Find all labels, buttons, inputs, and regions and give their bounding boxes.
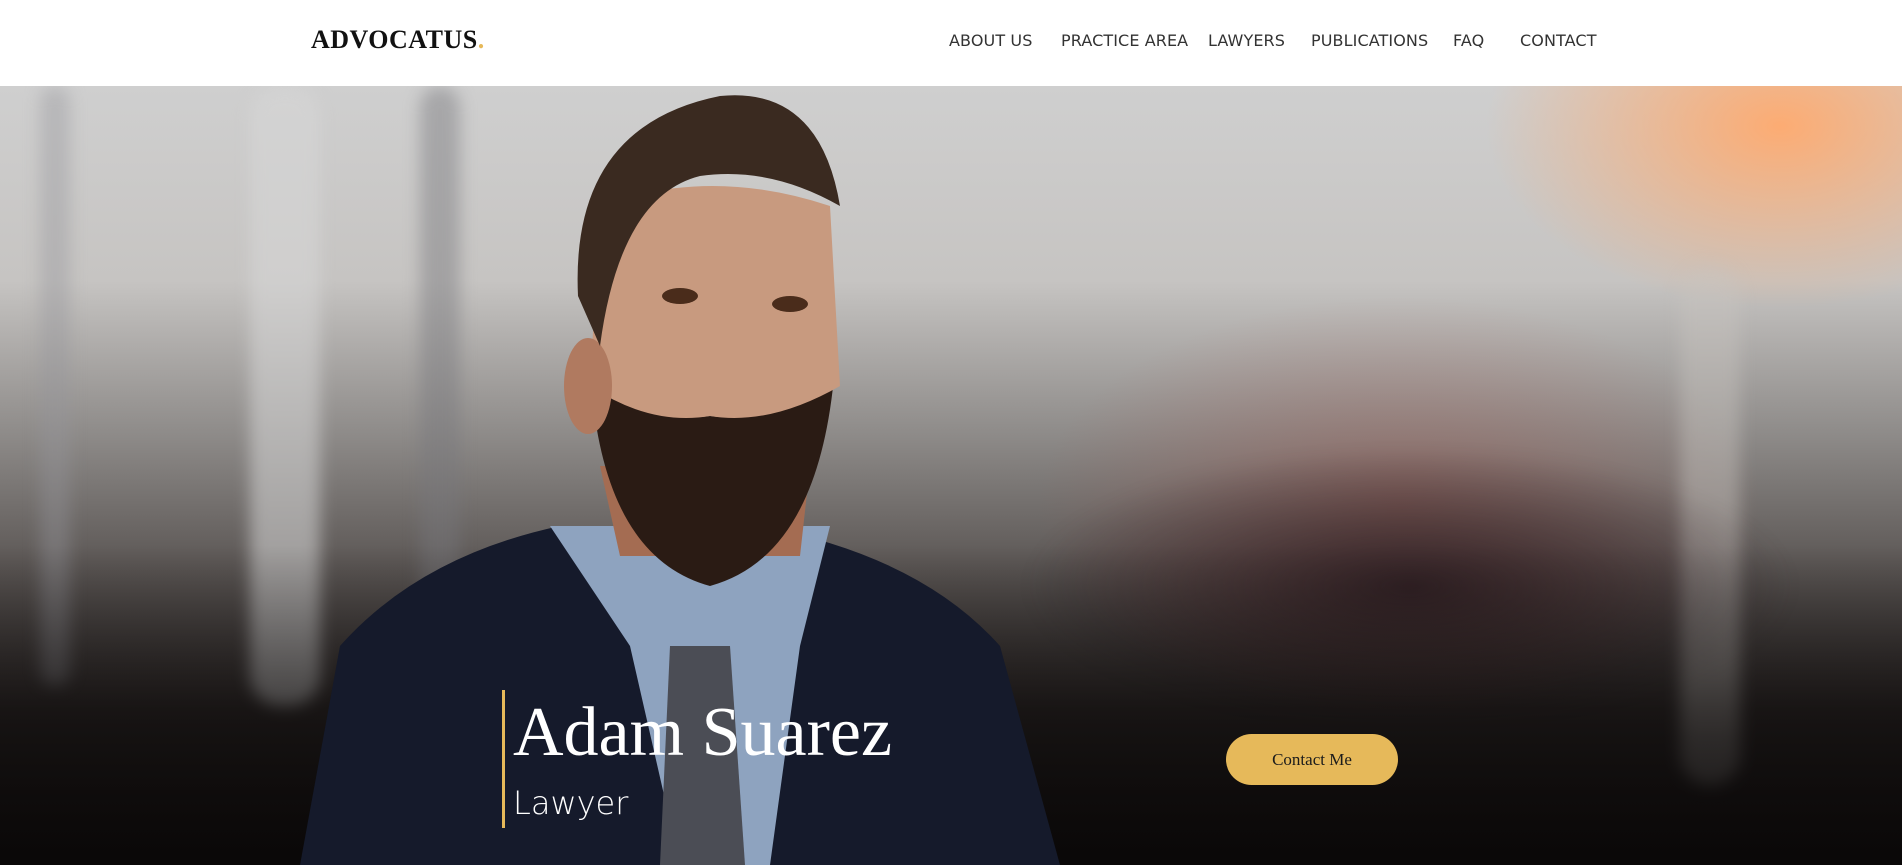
nav-publications[interactable]: PUBLICATIONS: [1311, 31, 1428, 50]
site-header: ADVOCATUS. ABOUT US PRACTICE AREA LAWYER…: [0, 0, 1902, 86]
lawyer-intro: Adam Suarez Lawyer: [502, 690, 892, 828]
nav-practice-area[interactable]: PRACTICE AREA: [1061, 31, 1188, 50]
nav-about-us[interactable]: ABOUT US: [949, 31, 1032, 50]
lawyer-role: Lawyer: [513, 784, 629, 822]
nav-faq[interactable]: FAQ: [1453, 31, 1484, 50]
contact-me-button[interactable]: Contact Me: [1226, 734, 1398, 785]
nav-contact[interactable]: CONTACT: [1520, 31, 1597, 50]
main-nav: ABOUT US PRACTICE AREA LAWYERS PUBLICATI…: [0, 31, 1902, 55]
hero-section: Adam Suarez Lawyer Contact Me: [0, 86, 1902, 865]
nav-lawyers[interactable]: LAWYERS: [1208, 31, 1285, 50]
lawyer-name: Adam Suarez: [513, 694, 893, 771]
